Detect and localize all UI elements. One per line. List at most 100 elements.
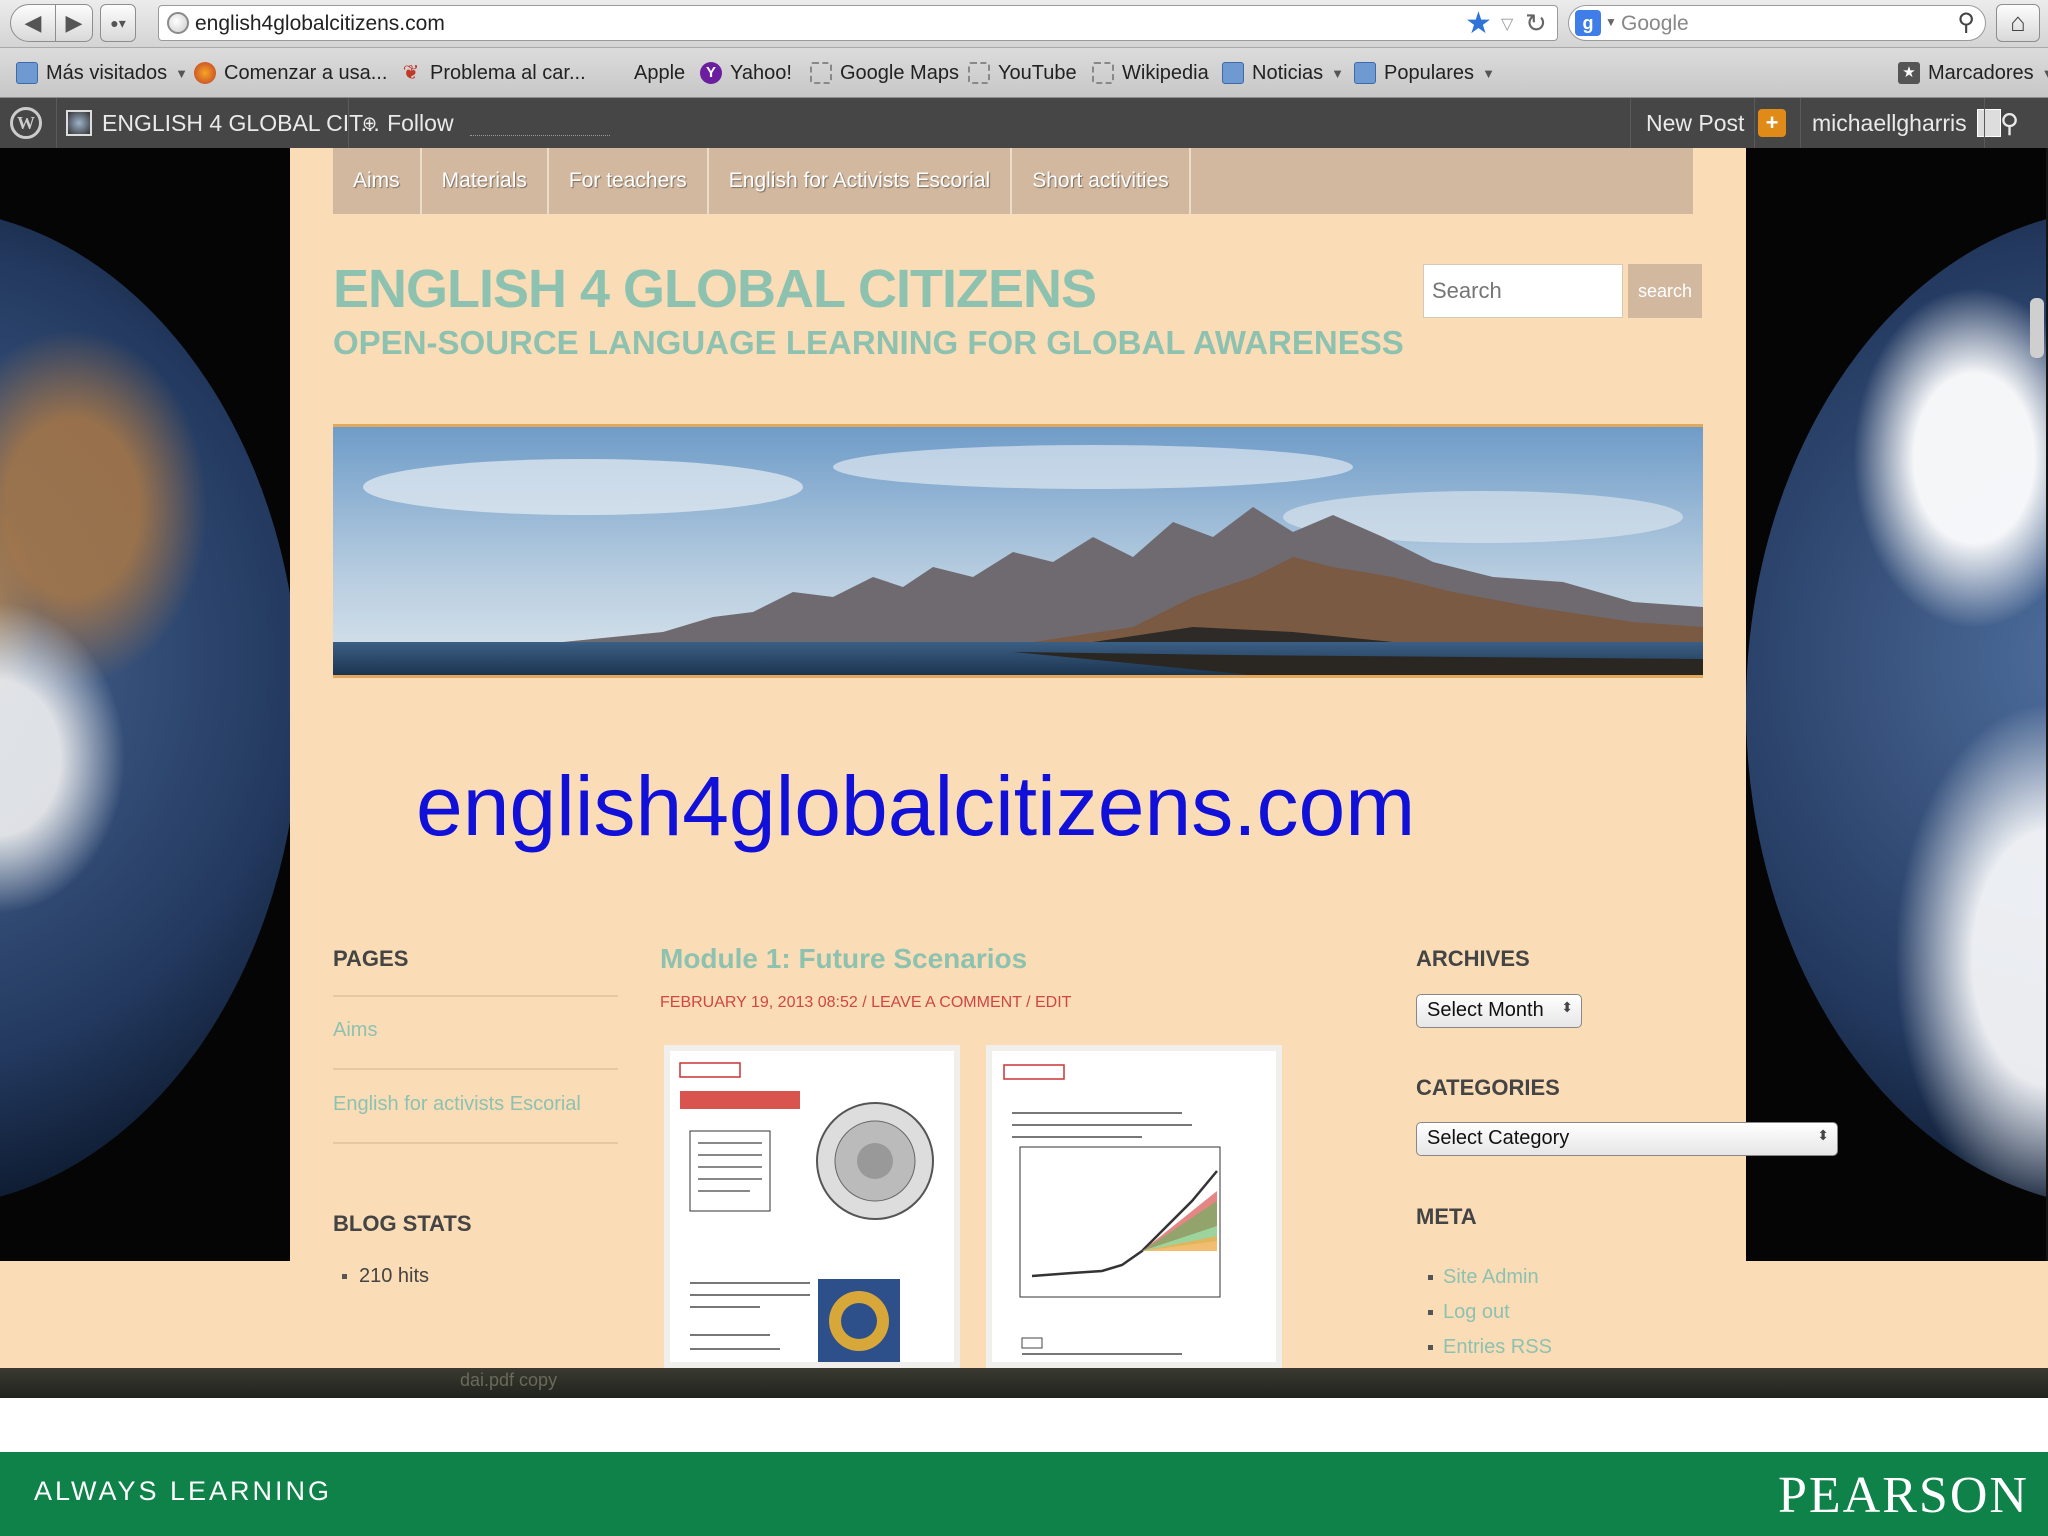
new-post-label: New Post bbox=[1646, 109, 1745, 136]
notifications-button[interactable]: + bbox=[1758, 98, 1786, 148]
main-menu: Aims Materials For teachers English for … bbox=[333, 148, 1693, 214]
new-post-button[interactable]: New Post bbox=[1646, 98, 1744, 148]
site-name-label: ENGLISH 4 GLOBAL CIT... bbox=[102, 109, 380, 136]
bookmark-label: Apple bbox=[634, 61, 686, 84]
bookmark-comenzar[interactable]: Comenzar a usa... bbox=[194, 58, 387, 88]
bookmark-label: Más visitados bbox=[46, 61, 168, 84]
bookmark-apple[interactable]: Apple bbox=[604, 58, 685, 88]
search-engine-placeholder[interactable]: Google bbox=[1621, 12, 1689, 36]
dashed-page-icon bbox=[968, 62, 990, 84]
post-title[interactable]: Module 1: Future Scenarios bbox=[660, 943, 1027, 975]
wp-site-name[interactable]: ENGLISH 4 GLOBAL CIT... bbox=[66, 98, 380, 148]
search-icon: ⚲ bbox=[2000, 107, 2020, 138]
page-scrollbar[interactable] bbox=[2030, 298, 2044, 358]
bookmark-label: Google Maps bbox=[840, 61, 959, 84]
menu-item-aims[interactable]: Aims bbox=[333, 148, 422, 214]
menu-item-short-activities[interactable]: Short activities bbox=[1012, 148, 1191, 214]
list-item: Site Admin bbox=[1428, 1260, 1552, 1295]
blog-stats-title: BLOG STATS bbox=[333, 1211, 472, 1236]
meta-link-log-out[interactable]: Log out bbox=[1443, 1301, 1510, 1324]
select-arrows-icon: ⬍ bbox=[1561, 999, 1573, 1015]
wordpress-menu[interactable]: W bbox=[10, 98, 42, 148]
big-url-overlay[interactable]: english4globalcitizens.com bbox=[416, 758, 1415, 855]
site-title[interactable]: ENGLISH 4 GLOBAL CITIZENS bbox=[333, 258, 1097, 320]
bookmark-wikipedia[interactable]: Wikipedia bbox=[1092, 58, 1209, 88]
menu-item-activists-escorial[interactable]: English for Activists Escorial bbox=[709, 148, 1013, 214]
archives-select[interactable]: Select Month ⬍ bbox=[1416, 994, 1582, 1028]
reload-icon[interactable]: ↻ bbox=[1525, 8, 1547, 39]
username-label: michaellgharris bbox=[1812, 109, 1967, 136]
chevron-down-icon[interactable]: ▼ bbox=[1605, 15, 1617, 29]
bookmark-label: Wikipedia bbox=[1122, 61, 1209, 84]
bookmark-google-maps[interactable]: Google Maps bbox=[810, 58, 959, 88]
chevron-down-icon: ▼ bbox=[1331, 65, 1345, 81]
forward-arrow-icon: ▶ bbox=[65, 10, 83, 35]
bookmark-youtube[interactable]: YouTube bbox=[968, 58, 1077, 88]
earth-background-right bbox=[1746, 148, 2046, 1261]
menu-item-materials[interactable]: Materials bbox=[422, 148, 549, 214]
firefox-icon bbox=[194, 62, 216, 84]
dashed-page-icon bbox=[810, 62, 832, 84]
pearson-logo: PEARSON bbox=[1778, 1467, 2029, 1524]
globe-icon bbox=[167, 12, 189, 34]
sidebar-link-aims[interactable]: Aims bbox=[333, 1019, 377, 1042]
categories-select[interactable]: Select Category ⬍ bbox=[1416, 1122, 1838, 1156]
bookmark-noticias[interactable]: Noticias ▼ bbox=[1222, 58, 1344, 88]
bookmark-problema[interactable]: ❦ Problema al car... bbox=[400, 58, 586, 88]
meta-link-site-admin[interactable]: Site Admin bbox=[1443, 1266, 1539, 1289]
bookmark-label: Comenzar a usa... bbox=[224, 61, 388, 84]
header-image bbox=[333, 424, 1703, 678]
search-bar[interactable]: g ▼ Google ⚲ bbox=[1568, 5, 1986, 41]
earth-background-left bbox=[0, 148, 300, 1261]
slide-gap bbox=[0, 1398, 2048, 1452]
list-item: Entries RSS bbox=[1428, 1330, 1552, 1365]
folder-icon bbox=[1222, 62, 1244, 84]
follow-button[interactable]: ⊕ Follow bbox=[362, 98, 454, 148]
archives-title: ARCHIVES bbox=[1416, 946, 1530, 971]
home-button[interactable]: ⌂ bbox=[1996, 4, 2040, 42]
url-text[interactable]: english4globalcitizens.com bbox=[195, 12, 445, 36]
feed-icon: ●▾ bbox=[110, 15, 126, 31]
post-meta[interactable]: FEBRUARY 19, 2013 08:52 / LEAVE A COMMEN… bbox=[660, 994, 1071, 1012]
bookmark-mas-visitados[interactable]: Más visitados ▼ bbox=[16, 58, 188, 88]
forward-button[interactable]: ▶ bbox=[55, 4, 93, 42]
chevron-down-icon: ▼ bbox=[2042, 66, 2048, 81]
browser-toolbar: ◀ ▶ ●▾ english4globalcitizens.com ★ ▽ ↻ … bbox=[0, 0, 2048, 48]
search-icon[interactable]: ⚲ bbox=[1957, 8, 1975, 37]
page-viewport: dai.pdf copy Aims Materials For teachers… bbox=[0, 148, 2048, 1398]
back-button[interactable]: ◀ bbox=[10, 4, 56, 42]
url-bar[interactable]: english4globalcitizens.com ★ ▽ ↻ bbox=[158, 5, 1558, 41]
site-icon bbox=[66, 110, 92, 136]
site-search-button[interactable]: search bbox=[1628, 264, 1702, 318]
star-icon[interactable]: ★ bbox=[1465, 6, 1492, 41]
google-icon[interactable]: g bbox=[1575, 10, 1601, 36]
post-image-worksheet-1[interactable] bbox=[664, 1045, 960, 1368]
wp-search-button[interactable]: ⚲ bbox=[2000, 98, 2019, 148]
wordpress-icon: W bbox=[10, 107, 42, 139]
pages-widget-title: PAGES bbox=[333, 946, 409, 971]
sidebar-link-activists-escorial[interactable]: English for activists Escorial bbox=[333, 1093, 581, 1116]
meta-link-entries-rss[interactable]: Entries RSS bbox=[1443, 1336, 1552, 1359]
feed-button[interactable]: ●▾ bbox=[100, 4, 136, 42]
bookmarks-menu[interactable]: ★ Marcadores ▼ bbox=[1898, 58, 2048, 88]
footer-tagline: ALWAYS LEARNING bbox=[34, 1476, 333, 1506]
bookmarks-star-icon: ★ bbox=[1898, 62, 1920, 84]
post-image-worksheet-2[interactable] bbox=[986, 1045, 1282, 1368]
blog-stats-item: 210 hits bbox=[342, 1265, 429, 1288]
back-arrow-icon: ◀ bbox=[24, 10, 42, 35]
user-menu[interactable]: michaellgharris bbox=[1812, 98, 2001, 148]
blog-stats-value: 210 hits bbox=[359, 1265, 430, 1287]
chevron-down-icon: ▼ bbox=[1482, 65, 1495, 81]
slide-footer: ALWAYS LEARNING PEARSON bbox=[0, 1452, 2048, 1536]
dropdown-icon[interactable]: ▽ bbox=[1501, 14, 1513, 34]
site-search-input[interactable] bbox=[1423, 264, 1623, 318]
bookmark-populares[interactable]: Populares ▼ bbox=[1354, 58, 1495, 88]
stats-sparkline bbox=[470, 128, 610, 136]
wp-admin-bar: W ENGLISH 4 GLOBAL CIT... ⊕ Follow New P… bbox=[0, 98, 2048, 148]
home-icon: ⌂ bbox=[2010, 7, 2026, 37]
archives-select-value: Select Month bbox=[1427, 999, 1544, 1021]
bookmark-label: Populares bbox=[1384, 61, 1475, 84]
menu-item-for-teachers[interactable]: For teachers bbox=[549, 148, 709, 214]
bookmark-yahoo[interactable]: Y Yahoo! bbox=[700, 58, 792, 88]
categories-select-value: Select Category bbox=[1427, 1127, 1570, 1149]
